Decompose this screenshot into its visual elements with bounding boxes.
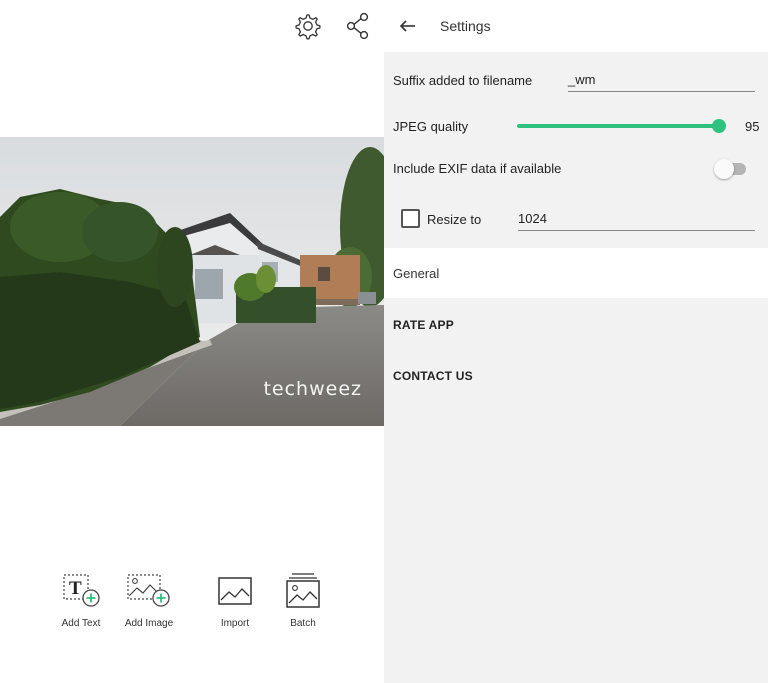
jpeg-quality-slider[interactable] [517, 124, 719, 128]
page-title: Settings [440, 18, 491, 34]
resize-value: 1024 [518, 211, 547, 226]
editor-top-bar [0, 0, 384, 52]
photo-canvas[interactable]: techweez [0, 137, 384, 426]
add-image-label: Add Image [124, 618, 174, 629]
exif-label: Include EXIF data if available [393, 161, 562, 176]
suffix-label: Suffix added to filename [393, 73, 533, 88]
gear-icon[interactable] [287, 6, 327, 46]
watermark-text[interactable]: techweez [263, 378, 362, 400]
general-section-label: General [393, 266, 440, 281]
settings-panel: Settings Suffix added to filename _wm JP… [384, 0, 768, 683]
arrow-left-icon[interactable] [394, 12, 422, 40]
exif-toggle[interactable] [714, 159, 746, 179]
jpeg-quality-value: 95 [745, 119, 760, 134]
jpeg-quality-slider-thumb[interactable] [712, 119, 726, 133]
settings-app-bar: Settings [384, 0, 768, 52]
add-image-icon [114, 570, 184, 610]
general-section-header[interactable]: General [384, 248, 768, 298]
exif-toggle-knob [714, 159, 734, 179]
import-icon [200, 570, 270, 610]
batch-button[interactable]: Batch [268, 570, 338, 629]
import-label: Import [220, 618, 250, 629]
import-button[interactable]: Import [200, 570, 270, 629]
editor-panel: techweez T Add Text Add Image Import Bat… [0, 0, 384, 683]
resize-checkbox[interactable] [401, 209, 420, 228]
resize-label: Resize to [427, 212, 482, 227]
suffix-input[interactable]: _wm [568, 69, 755, 92]
add-text-icon: T [46, 570, 116, 610]
contact-us-link[interactable]: CONTACT US [393, 369, 473, 383]
jpeg-quality-label: JPEG quality [393, 119, 469, 134]
share-icon[interactable] [338, 6, 378, 46]
batch-label: Batch [290, 618, 316, 629]
batch-icon [268, 570, 338, 610]
svg-text:T: T [69, 578, 82, 599]
resize-input[interactable]: 1024 [518, 208, 755, 231]
add-image-button[interactable]: Add Image [114, 570, 184, 629]
rate-app-link[interactable]: RATE APP [393, 318, 454, 332]
suffix-value: _wm [568, 72, 596, 87]
add-text-button[interactable]: T Add Text [46, 570, 116, 629]
editor-toolbar: T Add Text Add Image Import Batch [0, 570, 384, 640]
add-text-label: Add Text [61, 618, 101, 629]
